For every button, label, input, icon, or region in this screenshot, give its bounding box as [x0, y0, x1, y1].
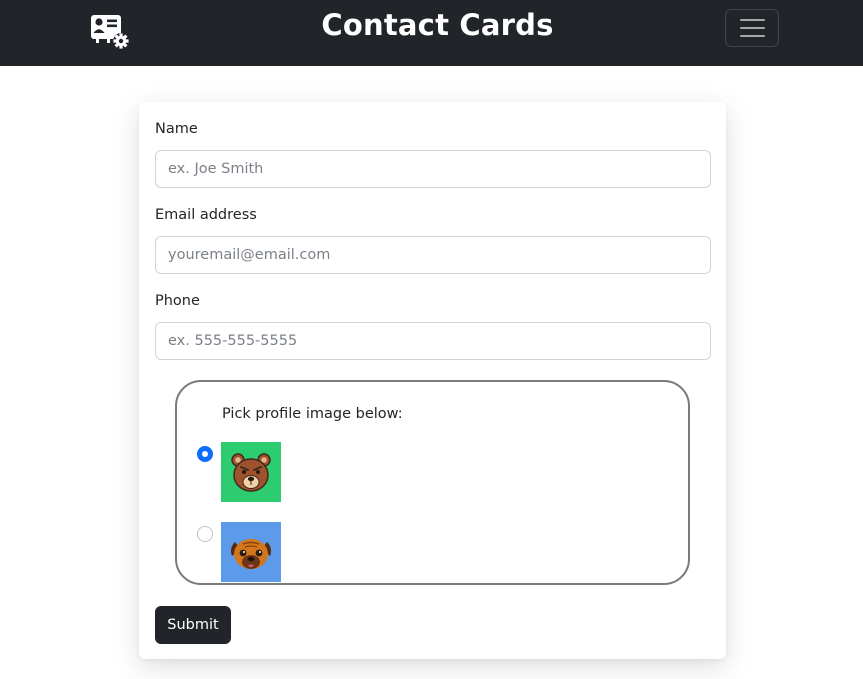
- pug-image-radio[interactable]: [197, 526, 213, 542]
- email-label: Email address: [155, 207, 257, 223]
- bear-icon[interactable]: [221, 442, 281, 502]
- bear-image-radio[interactable]: [197, 446, 213, 462]
- email-input[interactable]: [155, 236, 711, 274]
- name-input[interactable]: [155, 150, 711, 188]
- pug-dog-icon[interactable]: [221, 522, 281, 582]
- contact-form-card: Name Email address Phone Pick profile im…: [139, 102, 726, 659]
- navbar: Contact Cards: [0, 0, 863, 66]
- name-label: Name: [155, 121, 198, 137]
- image-picker-label: Pick profile image below:: [222, 406, 403, 422]
- navbar-toggle-button[interactable]: [725, 9, 779, 47]
- profile-image-picker: Pick profile image below:: [175, 380, 690, 585]
- phone-label: Phone: [155, 293, 200, 309]
- phone-input[interactable]: [155, 322, 711, 360]
- submit-button[interactable]: Submit: [155, 606, 231, 644]
